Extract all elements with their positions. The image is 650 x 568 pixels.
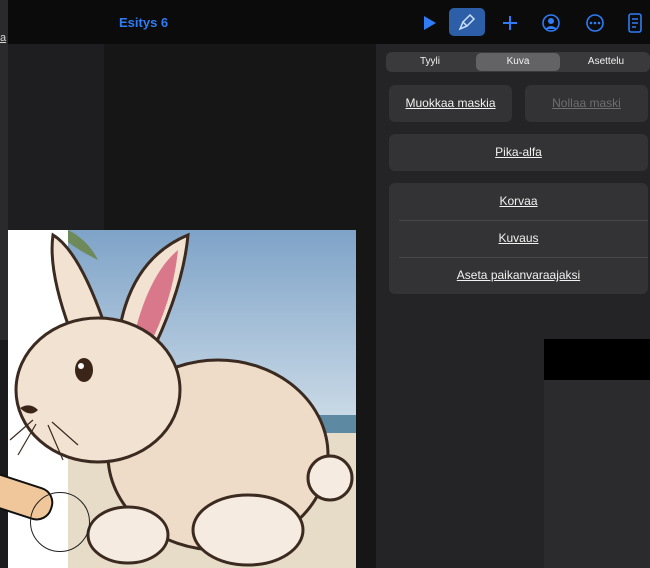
touch-indicator	[30, 492, 90, 552]
rabbit-tail	[306, 454, 354, 502]
reset-mask-button[interactable]: Nollaa maski	[525, 85, 648, 122]
rabbit-eye	[75, 358, 93, 382]
collaborate-icon[interactable]	[538, 10, 564, 36]
tab-style[interactable]: Tyyli	[386, 52, 474, 72]
format-brush-icon[interactable]	[449, 8, 485, 36]
inspector-tabs: Tyyli Kuva Asettelu	[386, 52, 650, 72]
image-actions-group: Korvaa Kuvaus Aseta paikanvaraajaksi	[389, 183, 648, 294]
replace-button[interactable]: Korvaa	[389, 183, 648, 220]
background-window-body	[544, 380, 650, 568]
rabbit-head	[14, 316, 182, 464]
partial-left-label[interactable]: a	[0, 32, 6, 44]
instant-alpha-button[interactable]: Pika-alfa	[389, 134, 648, 171]
rabbit-front-leg	[86, 505, 170, 565]
play-icon[interactable]	[416, 10, 442, 36]
document-options-icon[interactable]	[622, 10, 648, 36]
tab-arrange[interactable]: Asettelu	[562, 52, 650, 72]
tab-image[interactable]: Kuva	[476, 53, 560, 71]
rabbit-left-ear	[50, 232, 105, 332]
top-toolbar: Esitys 6	[0, 0, 650, 44]
plus-icon[interactable]	[497, 10, 523, 36]
set-as-placeholder-button[interactable]: Aseta paikanvaraajaksi	[389, 257, 648, 294]
slide-navigator-edge	[0, 0, 8, 340]
background-window-edge	[544, 339, 650, 380]
description-button[interactable]: Kuvaus	[389, 220, 648, 257]
rabbit-eye-highlight	[78, 363, 84, 369]
rabbit-back-leg	[191, 493, 305, 567]
more-icon[interactable]	[582, 10, 608, 36]
document-title[interactable]: Esitys 6	[119, 15, 168, 30]
edit-mask-button[interactable]: Muokkaa maskia	[389, 85, 512, 122]
